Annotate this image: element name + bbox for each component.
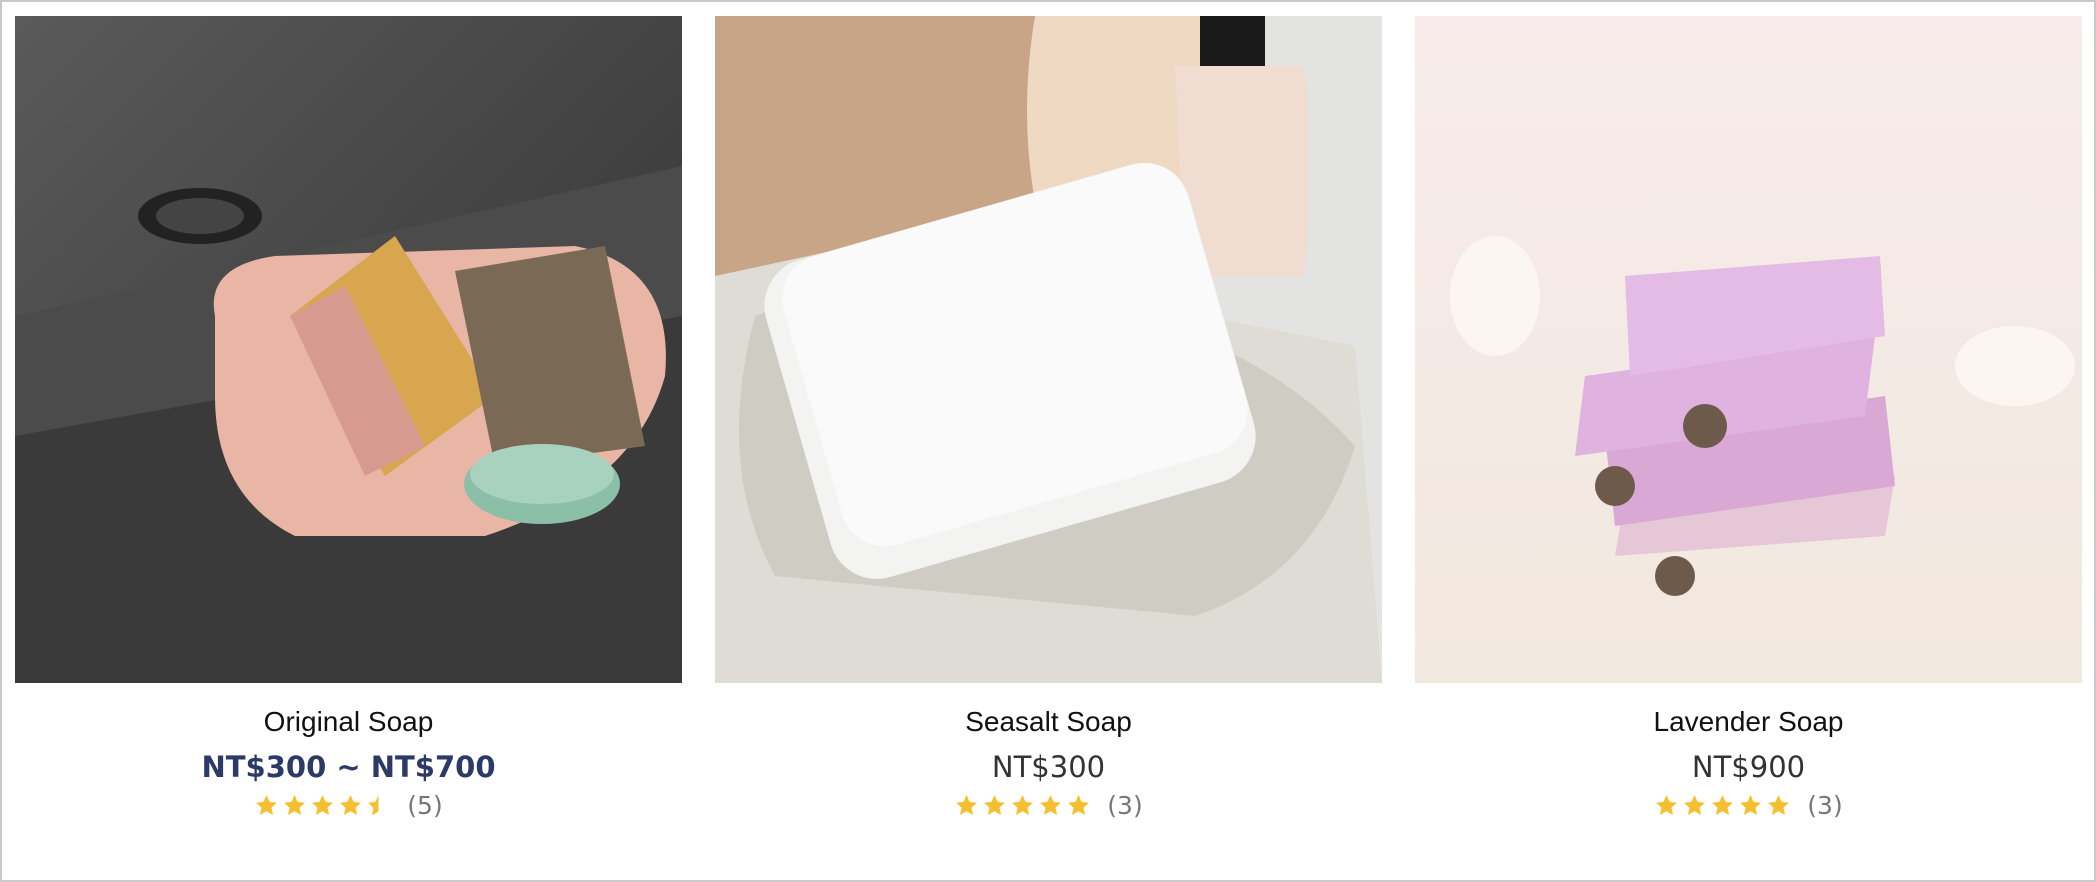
product-name[interactable]: Lavender Soap: [1415, 706, 2082, 738]
product-price: NT$900: [1691, 750, 1806, 784]
star-icon: [1656, 795, 1678, 815]
product-grid: Original Soap NT$300 ~ NT$700 (5) Seasal…: [15, 16, 2082, 836]
star-icon: [312, 795, 334, 815]
product-card-lavender-soap[interactable]: Lavender Soap NT$900 (3): [1415, 16, 2082, 836]
product-image-original-soap[interactable]: [15, 16, 682, 683]
star-icon: [284, 795, 306, 815]
review-count[interactable]: (3): [1807, 791, 1842, 820]
star-half-icon: [368, 795, 379, 816]
product-card-original-soap[interactable]: Original Soap NT$300 ~ NT$700 (5): [15, 16, 682, 836]
rating-stars: [254, 793, 391, 818]
product-name[interactable]: Original Soap: [15, 706, 682, 738]
star-icon: [1684, 795, 1706, 815]
product-price: NT$300 ~ NT$700: [201, 750, 496, 784]
star-icon: [1040, 795, 1062, 815]
product-name[interactable]: Seasalt Soap: [715, 706, 1382, 738]
star-icon: [1768, 795, 1790, 815]
product-rating: (3): [1415, 791, 2082, 820]
product-grid-frame: Original Soap NT$300 ~ NT$700 (5) Seasal…: [0, 0, 2096, 882]
product-image-seasalt-soap[interactable]: [715, 16, 1382, 683]
review-count[interactable]: (5): [407, 791, 442, 820]
product-image-lavender-soap[interactable]: [1415, 16, 2082, 683]
star-icon: [1012, 795, 1034, 815]
star-icon: [956, 795, 978, 815]
rating-stars: [954, 793, 1091, 818]
rating-stars: [1654, 793, 1791, 818]
star-icon: [256, 795, 278, 815]
star-icon: [1068, 795, 1090, 815]
star-icon: [340, 795, 362, 815]
product-card-seasalt-soap[interactable]: Seasalt Soap NT$300 (3): [715, 16, 1382, 836]
product-rating: (5): [15, 791, 682, 820]
star-icon: [1740, 795, 1762, 815]
review-count[interactable]: (3): [1107, 791, 1142, 820]
product-price: NT$300: [991, 750, 1106, 784]
star-icon: [1712, 795, 1734, 815]
product-rating: (3): [715, 791, 1382, 820]
star-icon: [984, 795, 1006, 815]
